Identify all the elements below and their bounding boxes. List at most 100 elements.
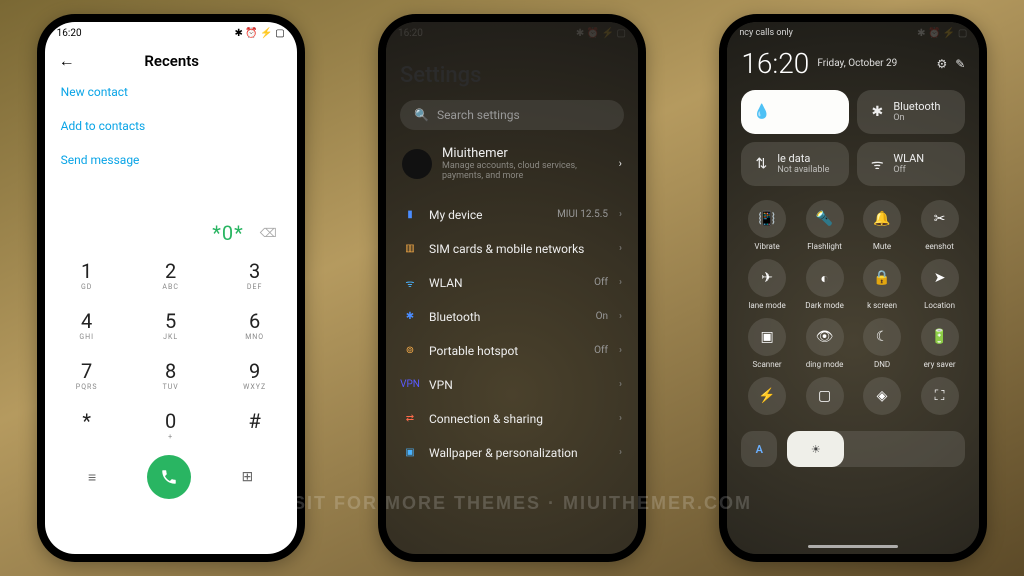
quick-icon: 👁: [806, 318, 844, 356]
auto-brightness-toggle[interactable]: A: [741, 431, 777, 467]
chevron-right-icon: ›: [619, 243, 622, 254]
chevron-right-icon: ›: [619, 209, 622, 220]
quick-toggle[interactable]: 🔒k screen: [856, 259, 908, 310]
quick-toggle[interactable]: 📳Vibrate: [741, 200, 793, 251]
settings-row[interactable]: VPNVPN›: [400, 368, 624, 402]
quick-icon: ✈: [748, 259, 786, 297]
settings-row[interactable]: ▥SIM cards & mobile networks›: [400, 232, 624, 266]
quick-toggle[interactable]: ✂eenshot: [914, 200, 966, 251]
quick-label: eenshot: [925, 242, 954, 251]
quick-icon: ◐: [806, 259, 844, 297]
status-icons: ✱ ⏰ ⚡ ▢: [234, 28, 284, 39]
row-icon: ✱: [402, 309, 418, 325]
page-title: Recents: [123, 52, 221, 70]
key-#[interactable]: #: [213, 399, 297, 449]
settings-row[interactable]: ✱BluetoothOn›: [400, 300, 624, 334]
key-0[interactable]: 0+: [129, 399, 213, 449]
settings-row[interactable]: ▣Wallpaper & personalization›: [400, 436, 624, 470]
account-row[interactable]: Miuithemer Manage accounts, cloud servic…: [400, 130, 624, 198]
tile-toggle[interactable]: 💧: [741, 90, 849, 134]
quick-toggle[interactable]: ➤Location: [914, 259, 966, 310]
tile-sub: Off: [893, 165, 924, 175]
key-5[interactable]: 5JKL: [129, 299, 213, 349]
quick-toggle[interactable]: 🔦Flashlight: [799, 200, 851, 251]
tile-title: Bluetooth: [893, 101, 940, 114]
quick-label: ding mode: [806, 360, 844, 369]
search-input[interactable]: 🔍 Search settings: [400, 100, 624, 130]
quick-toggle[interactable]: 🔔Mute: [856, 200, 908, 251]
brightness-slider[interactable]: ☀: [787, 431, 965, 467]
tile-le data[interactable]: ⇅le dataNot available: [741, 142, 849, 186]
edit-icon[interactable]: ✎: [955, 57, 965, 71]
key-4[interactable]: 4GHI: [45, 299, 129, 349]
quick-toggle[interactable]: ☾DND: [856, 318, 908, 369]
quick-toggle[interactable]: ◈: [856, 377, 908, 419]
quick-toggle[interactable]: 👁 ding mode: [799, 318, 851, 369]
chevron-right-icon: ›: [619, 447, 622, 458]
phone-mockup-control-center: ncy calls only ✱ ⏰ ⚡ ▢ 16:20 Friday, Oct…: [719, 14, 987, 562]
backspace-icon[interactable]: ⌫: [260, 226, 277, 240]
quick-icon: 📳: [748, 200, 786, 238]
row-icon: ▥: [402, 241, 418, 257]
dialpad-toggle-icon[interactable]: ⊞: [242, 469, 254, 485]
settings-row[interactable]: ⇄Connection & sharing›: [400, 402, 624, 436]
quick-toggle[interactable]: ⛶: [914, 377, 966, 419]
settings-icon[interactable]: ⚙: [936, 57, 947, 71]
quick-toggle[interactable]: ◐Dark mode: [799, 259, 851, 310]
quick-toggle[interactable]: 🔋ery saver: [914, 318, 966, 369]
clock: 16:20: [741, 47, 809, 80]
new-contact-link[interactable]: New contact: [59, 75, 283, 109]
tile-wlan[interactable]: ᯤ WLANOff: [857, 142, 965, 186]
key-1[interactable]: 1GD: [45, 249, 129, 299]
tile-title: le data: [777, 153, 829, 166]
quick-toggle[interactable]: ▢: [799, 377, 851, 419]
chevron-right-icon: ›: [619, 345, 622, 356]
phone-mockup-dialer: 16:20 ✱ ⏰ ⚡ ▢ ← Recents New contact Add …: [37, 14, 305, 562]
avatar: [402, 149, 432, 179]
quick-icon: 🔔: [863, 200, 901, 238]
row-value: MIUI 12.5.5: [557, 209, 608, 220]
status-time: 16:20: [57, 28, 82, 39]
settings-row[interactable]: ⊚Portable hotspotOff›: [400, 334, 624, 368]
tile-icon: ✱: [869, 104, 885, 120]
key-9[interactable]: 9WXYZ: [213, 349, 297, 399]
chevron-right-icon: ›: [619, 277, 622, 288]
search-icon: 🔍: [414, 108, 429, 122]
key-3[interactable]: 3DEF: [213, 249, 297, 299]
account-name: Miuithemer: [442, 146, 609, 161]
row-value: Off: [594, 277, 608, 288]
key-7[interactable]: 7PQRS: [45, 349, 129, 399]
tile-bluetooth[interactable]: ✱ BluetoothOn: [857, 90, 965, 134]
quick-toggle[interactable]: ✈lane mode: [741, 259, 793, 310]
tile-sub: Not available: [777, 165, 829, 175]
key-2[interactable]: 2ABC: [129, 249, 213, 299]
status-icons: ✱ ⏰ ⚡ ▢: [917, 28, 967, 39]
key-6[interactable]: 6MNO: [213, 299, 297, 349]
quick-icon: ◈: [863, 377, 901, 415]
settings-row[interactable]: ᯤWLANOff›: [400, 266, 624, 300]
quick-label: k screen: [867, 301, 897, 310]
quick-icon: 🔋: [921, 318, 959, 356]
back-icon[interactable]: ←: [59, 51, 75, 71]
nav-bar[interactable]: [808, 545, 898, 548]
add-to-contacts-link[interactable]: Add to contacts: [59, 109, 283, 143]
tile-icon: ᯤ: [869, 155, 885, 174]
chevron-right-icon: ›: [619, 157, 622, 170]
brightness-icon: ☀: [787, 431, 844, 467]
watermark: VISIT FOR MORE THEMES · MIUITHEMER.COM: [0, 493, 1024, 514]
tile-sub: On: [893, 113, 940, 123]
quick-toggle[interactable]: ⚡: [741, 377, 793, 419]
row-icon: ▮: [402, 207, 418, 223]
row-value: Off: [594, 345, 608, 356]
key-*[interactable]: *: [45, 399, 129, 449]
quick-icon: ⚡: [748, 377, 786, 415]
chevron-right-icon: ›: [619, 413, 622, 424]
menu-icon[interactable]: ≡: [88, 469, 96, 486]
quick-icon: ▣: [748, 318, 786, 356]
key-8[interactable]: 8TUV: [129, 349, 213, 399]
row-icon: VPN: [402, 377, 418, 393]
send-message-link[interactable]: Send message: [59, 143, 283, 177]
settings-row[interactable]: ▮My deviceMIUI 12.5.5›: [400, 198, 624, 232]
quick-toggle[interactable]: ▣Scanner: [741, 318, 793, 369]
tile-title: WLAN: [893, 153, 924, 166]
